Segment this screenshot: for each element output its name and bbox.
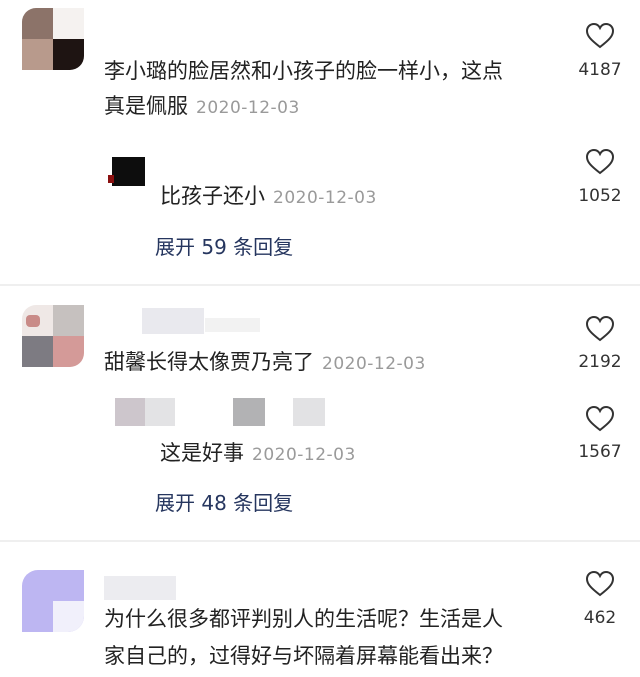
username-blurred — [205, 318, 260, 332]
comment-date: 2020-12-03 — [196, 98, 300, 118]
like-count: 4187 — [578, 60, 622, 80]
comment-text: 李小璐的脸居然和小孩子的脸一样小，这点 — [104, 59, 503, 83]
heart-icon[interactable] — [585, 148, 615, 176]
comment-text: 甜馨长得太像贾乃亮了 — [104, 350, 314, 374]
like-count: 2192 — [578, 352, 622, 372]
comment-text: 为什么很多都评判别人的生活呢？生活是人 — [104, 607, 503, 631]
reply-avatar-blurred[interactable] — [115, 398, 175, 426]
divider — [0, 540, 640, 542]
like-count: 1567 — [578, 442, 622, 462]
avatar[interactable] — [22, 570, 84, 632]
heart-icon[interactable] — [585, 22, 615, 50]
like-count: 462 — [583, 608, 617, 628]
like-count: 1052 — [578, 186, 622, 206]
comment-text: 家自己的，过得好与坏隔着屏幕能看出来？ — [104, 644, 503, 668]
comment-text: 真是佩服 — [104, 94, 188, 118]
expand-replies-link[interactable]: 展开 59 条回复 — [155, 231, 293, 260]
divider — [0, 284, 640, 286]
reply-date: 2020-12-03 — [273, 188, 377, 208]
heart-icon[interactable] — [585, 570, 615, 598]
avatar[interactable] — [22, 305, 84, 367]
heart-icon[interactable] — [585, 315, 615, 343]
avatar[interactable] — [22, 8, 84, 70]
expand-replies-link[interactable]: 展开 48 条回复 — [155, 487, 293, 516]
username-blurred — [233, 398, 325, 426]
username-blurred — [104, 576, 176, 600]
username-blurred — [142, 308, 204, 334]
comment-date: 2020-12-03 — [322, 354, 426, 374]
reply-date: 2020-12-03 — [252, 445, 356, 465]
reply-text: 比孩子还小 — [160, 184, 265, 208]
reply-text: 这是好事 — [160, 441, 244, 465]
heart-icon[interactable] — [585, 405, 615, 433]
reply-avatar[interactable] — [108, 157, 145, 186]
